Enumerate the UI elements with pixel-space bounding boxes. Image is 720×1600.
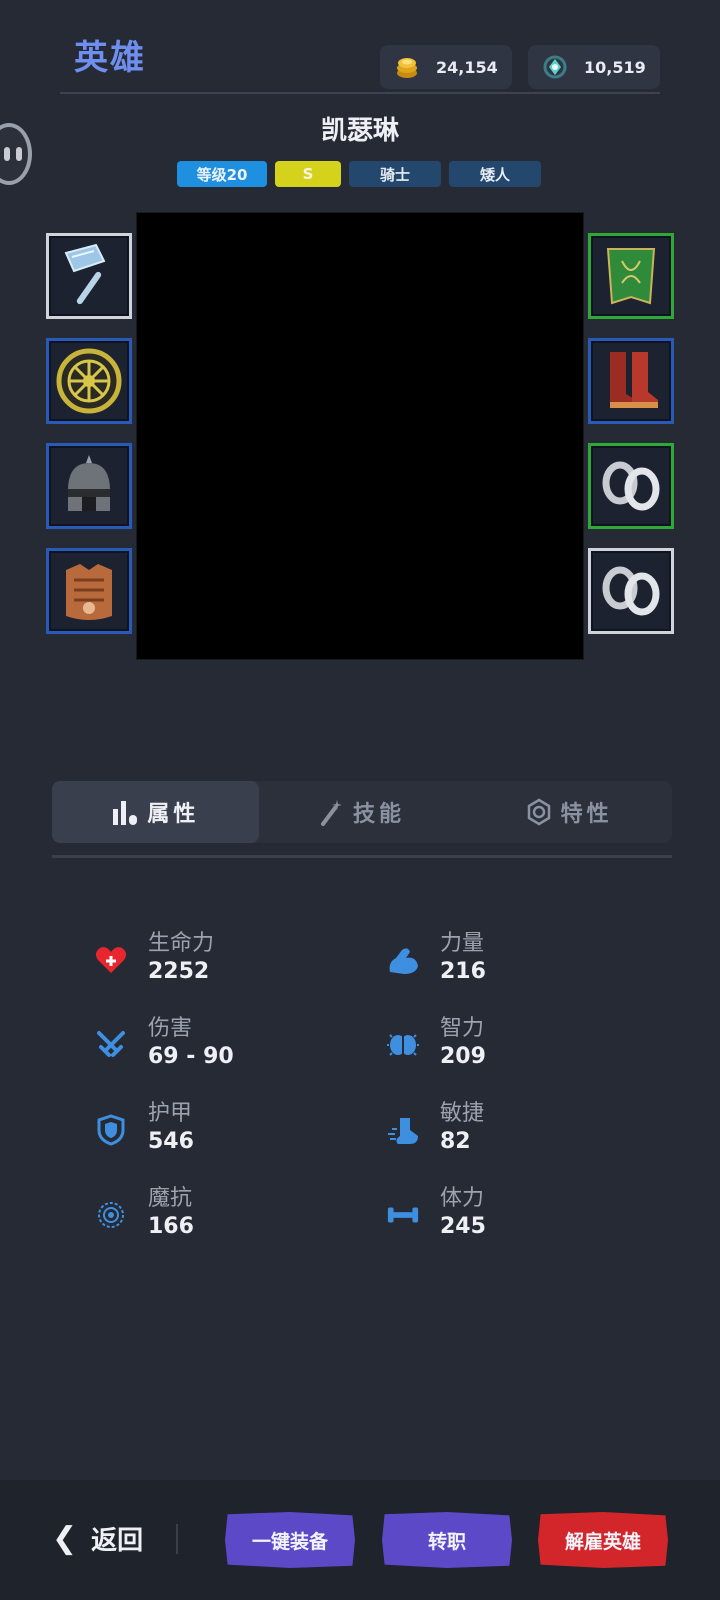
spiral-icon [94, 1198, 128, 1232]
tab-label: 特性 [560, 802, 613, 827]
header-divider [60, 92, 660, 94]
boots-icon [610, 352, 658, 408]
bar-chart-icon [113, 801, 138, 825]
stat-strength: 力量 216 [386, 925, 616, 995]
stat-hp: 生命力 2252 [94, 925, 324, 995]
offhand-slot[interactable] [46, 338, 132, 424]
stat-label: 生命力 [148, 931, 215, 956]
stat-label: 智力 [440, 1016, 485, 1041]
gold-counter[interactable]: 24,154 [380, 45, 512, 89]
stat-value: 69 - 90 [148, 1044, 234, 1069]
stat-value: 209 [440, 1044, 486, 1069]
hero-tags: 等级20 S 骑士 矮人 [177, 161, 541, 187]
hero-name: 凯瑟琳 [320, 116, 399, 146]
trait-icon [527, 798, 550, 826]
ring-icon [602, 566, 660, 616]
ring-slot-2[interactable] [588, 548, 674, 634]
bottom-divider [176, 1524, 178, 1554]
dismiss-hero-button[interactable]: 解雇英雄 [538, 1512, 668, 1568]
change-job-button[interactable]: 转职 [382, 1512, 512, 1568]
stat-label: 伤害 [148, 1016, 193, 1041]
stat-value: 245 [440, 1214, 486, 1239]
equip-all-button[interactable]: 一键装备 [225, 1512, 355, 1568]
head-slot[interactable] [46, 443, 132, 529]
back-label: 返回 [91, 1526, 144, 1556]
stat-value: 546 [148, 1129, 194, 1154]
shield-icon [94, 1113, 128, 1147]
cloak-icon [606, 248, 656, 305]
gold-coins-icon [390, 50, 424, 84]
dumbbell-icon [386, 1198, 420, 1232]
stat-value: 82 [440, 1129, 471, 1154]
stat-label: 魔抗 [148, 1186, 193, 1211]
running-boot-icon [386, 1113, 420, 1147]
stat-label: 力量 [440, 931, 485, 956]
chevron-left-icon: ❮ [52, 1521, 78, 1556]
stat-label: 护甲 [148, 1101, 193, 1126]
heart-icon [94, 943, 128, 977]
warhammer-icon [64, 243, 106, 305]
stat-label: 体力 [440, 1186, 485, 1211]
stat-armor: 护甲 546 [94, 1095, 324, 1165]
stat-value: 216 [440, 959, 486, 984]
stat-magic-resist: 魔抗 166 [94, 1180, 324, 1250]
gem-counter[interactable]: 10,519 [528, 45, 660, 89]
hero-tabs: 属性 技能 特性 [52, 781, 672, 843]
stat-label: 敏捷 [440, 1101, 485, 1126]
tab-attributes[interactable]: 属性 [52, 781, 259, 843]
level-badge: 等级20 [177, 161, 267, 187]
stat-intellect: 智力 209 [386, 1010, 616, 1080]
gem-amount: 10,519 [584, 57, 646, 77]
stat-value: 166 [148, 1214, 194, 1239]
tab-skills[interactable]: 技能 [259, 781, 466, 843]
tab-label: 属性 [147, 802, 200, 827]
stat-agility: 敏捷 82 [386, 1095, 616, 1165]
muscle-icon [386, 943, 420, 977]
brain-icon [386, 1028, 420, 1062]
ring-slot-1[interactable] [588, 443, 674, 529]
race-badge: 矮人 [449, 161, 541, 187]
crossed-swords-icon [94, 1028, 128, 1062]
class-badge: 骑士 [349, 161, 441, 187]
rank-badge: S [275, 161, 341, 187]
boots-slot[interactable] [588, 338, 674, 424]
tab-traits[interactable]: 特性 [465, 781, 672, 843]
ring-icon [602, 461, 660, 511]
stat-stamina: 体力 245 [386, 1180, 616, 1250]
gold-amount: 24,154 [436, 57, 498, 77]
tabs-divider [52, 855, 672, 858]
cloak-slot[interactable] [588, 233, 674, 319]
gem-icon [538, 50, 572, 84]
helmet-icon [68, 455, 110, 511]
stat-damage: 伤害 69 - 90 [94, 1010, 324, 1080]
weapon-slot[interactable] [46, 233, 132, 319]
back-button[interactable]: ❮ 返回 [52, 1520, 143, 1557]
magic-wand-icon [321, 800, 342, 826]
hero-portrait[interactable] [136, 212, 584, 660]
chest-armor-icon [66, 564, 112, 620]
page-title: 英雄 [74, 38, 146, 78]
round-shield-icon [56, 348, 122, 414]
tab-label: 技能 [353, 802, 406, 827]
stat-value: 2252 [148, 959, 210, 984]
chest-slot[interactable] [46, 548, 132, 634]
